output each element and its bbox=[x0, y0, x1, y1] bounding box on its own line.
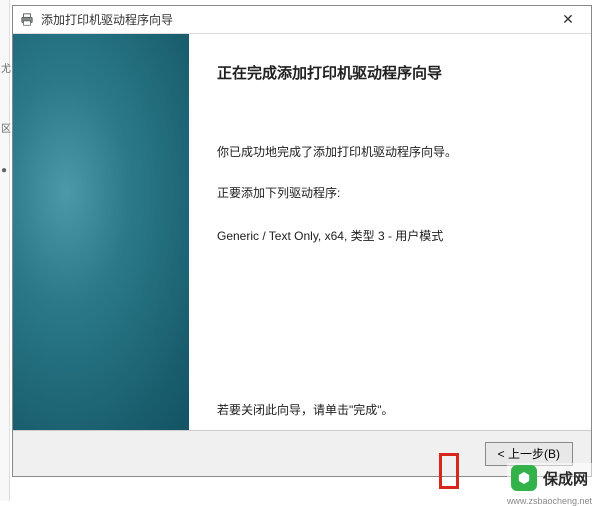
wizard-content: 正在完成添加打印机驱动程序向导 你已成功地完成了添加打印机驱动程序向导。 正要添… bbox=[189, 34, 591, 430]
wizard-side-graphic bbox=[13, 34, 189, 430]
dialog-title: 添加打印机驱动程序向导 bbox=[41, 11, 551, 28]
driver-line: Generic / Text Only, x64, 类型 3 - 用户模式 bbox=[217, 227, 563, 244]
printer-icon bbox=[19, 12, 35, 28]
editor-gutter: 尤 区 ● bbox=[0, 0, 10, 501]
close-button[interactable]: ✕ bbox=[551, 8, 585, 32]
success-text: 你已成功地完成了添加打印机驱动程序向导。 bbox=[217, 143, 563, 162]
wizard-dialog: 添加打印机驱动程序向导 ✕ 正在完成添加打印机驱动程序向导 你已成功地完成了添加… bbox=[12, 5, 592, 477]
titlebar: 添加打印机驱动程序向导 ✕ bbox=[13, 6, 591, 34]
button-bar: < 上一步(B) bbox=[13, 430, 591, 476]
wizard-body: 正在完成添加打印机驱动程序向导 你已成功地完成了添加打印机驱动程序向导。 正要添… bbox=[13, 34, 591, 430]
finish-hint: 若要关闭此向导，请单击"完成"。 bbox=[217, 401, 563, 418]
adding-label: 正要添加下列驱动程序: bbox=[217, 184, 563, 203]
page-heading: 正在完成添加打印机驱动程序向导 bbox=[217, 62, 563, 83]
back-button[interactable]: < 上一步(B) bbox=[485, 442, 573, 466]
watermark-url: www.zsbaocheng.net bbox=[507, 496, 592, 506]
